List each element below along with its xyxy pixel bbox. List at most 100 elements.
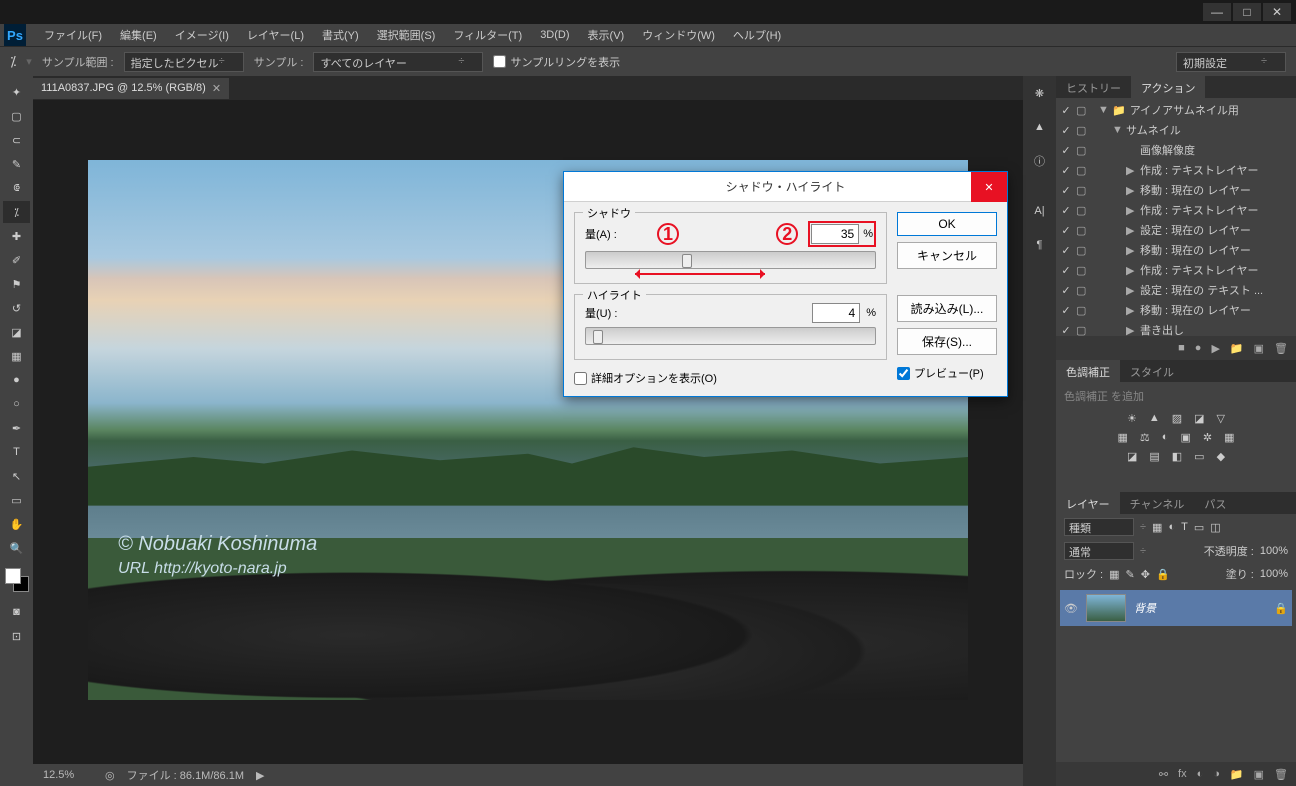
dialog-toggle-icon[interactable]: ▢ <box>1076 224 1090 237</box>
hand-tool[interactable]: ✋ <box>3 513 30 535</box>
new-layer-icon[interactable]: ▣ <box>1254 768 1264 781</box>
action-row[interactable]: ✓▢▶移動 : 現在の レイヤー <box>1056 300 1296 320</box>
info-expand-icon[interactable]: ▶ <box>256 769 264 782</box>
lock-trans-icon[interactable]: ▦ <box>1109 568 1119 581</box>
filter-shape-icon[interactable]: ▭ <box>1194 521 1204 534</box>
curves-icon[interactable]: ▨ <box>1172 412 1182 425</box>
posterize-icon[interactable]: ▤ <box>1149 450 1159 463</box>
expander-icon[interactable]: ▶ <box>1126 244 1136 257</box>
fx-icon[interactable]: fx <box>1178 768 1187 780</box>
shadow-slider-handle[interactable] <box>682 254 692 268</box>
eyedropper-tool[interactable]: ⁒ <box>3 201 30 223</box>
check-icon[interactable]: ✓ <box>1060 124 1072 137</box>
layer-kind-select[interactable]: 種類 <box>1064 518 1134 536</box>
new-adjust-icon[interactable]: ◑ <box>1213 768 1220 780</box>
dialog-toggle-icon[interactable]: ▢ <box>1076 124 1090 137</box>
dodge-tool[interactable]: ○ <box>3 393 30 415</box>
menu-3d[interactable]: 3D(D) <box>532 27 577 43</box>
delete-layer-icon[interactable]: 🗑 <box>1274 768 1288 781</box>
menu-edit[interactable]: 編集(E) <box>112 25 165 45</box>
brightness-icon[interactable]: ☀ <box>1127 412 1137 425</box>
mask-icon[interactable]: ◐ <box>1197 768 1204 780</box>
ok-button[interactable]: OK <box>897 212 997 236</box>
close-tab-icon[interactable]: ✕ <box>212 82 221 95</box>
trash-icon[interactable]: 🗑 <box>1274 342 1288 355</box>
expander-icon[interactable]: ▶ <box>1126 164 1136 177</box>
visibility-icon[interactable]: 👁 <box>1064 602 1078 615</box>
dialog-titlebar[interactable]: シャドウ・ハイライト ✕ <box>564 172 1007 202</box>
opacity-value[interactable]: 100% <box>1260 545 1288 557</box>
lock-pos-icon[interactable]: ✥ <box>1141 568 1150 581</box>
action-row[interactable]: ✓▢▶設定 : 現在の レイヤー <box>1056 220 1296 240</box>
blur-tool[interactable]: ● <box>3 369 30 391</box>
adjustments-tab[interactable]: 色調補正 <box>1056 360 1120 382</box>
expander-icon[interactable]: ▶ <box>1126 204 1136 217</box>
action-row[interactable]: ✓▢▶設定 : 現在の テキスト ... <box>1056 280 1296 300</box>
menu-type[interactable]: 書式(Y) <box>314 25 367 45</box>
dialog-toggle-icon[interactable]: ▢ <box>1076 184 1090 197</box>
action-row[interactable]: ✓▢▶移動 : 現在の レイヤー <box>1056 180 1296 200</box>
action-row[interactable]: ✓▢▶作成 : テキストレイヤー <box>1056 160 1296 180</box>
layer-thumbnail[interactable] <box>1086 594 1126 622</box>
photo-filter-icon[interactable]: ▣ <box>1180 431 1190 444</box>
blend-mode-select[interactable]: 通常 <box>1064 542 1134 560</box>
check-icon[interactable]: ✓ <box>1060 224 1072 237</box>
lock-paint-icon[interactable]: ✎ <box>1126 568 1135 581</box>
exposure-icon[interactable]: ◪ <box>1194 412 1204 425</box>
zoom-value[interactable]: 12.5% <box>43 769 93 781</box>
eraser-tool[interactable]: ◪ <box>3 321 30 343</box>
move-tool[interactable]: ✦ <box>3 81 30 103</box>
action-row[interactable]: ✓▢▼サムネイル <box>1056 120 1296 140</box>
menu-select[interactable]: 選択範囲(S) <box>369 25 444 45</box>
channel-mixer-icon[interactable]: ✲ <box>1203 431 1212 444</box>
action-row[interactable]: ✓▢画像解像度 <box>1056 140 1296 160</box>
threshold-icon[interactable]: ◧ <box>1172 450 1182 463</box>
path-select-tool[interactable]: ↖ <box>3 465 30 487</box>
dialog-toggle-icon[interactable]: ▢ <box>1076 244 1090 257</box>
expander-icon[interactable]: ▶ <box>1126 264 1136 277</box>
sample-ring-checkbox[interactable]: サンプルリングを表示 <box>493 54 620 70</box>
check-icon[interactable]: ✓ <box>1060 144 1072 157</box>
menu-window[interactable]: ウィンドウ(W) <box>634 25 723 45</box>
menu-image[interactable]: イメージ(I) <box>167 25 237 45</box>
dialog-toggle-icon[interactable]: ▢ <box>1076 284 1090 297</box>
new-set-icon[interactable]: 📁 <box>1230 342 1244 355</box>
sample-range-select[interactable]: 指定したピクセル ÷ <box>124 52 244 72</box>
action-row[interactable]: ✓▢▶書き出し <box>1056 320 1296 336</box>
fill-value[interactable]: 100% <box>1260 568 1288 580</box>
layer-item-background[interactable]: 👁 背景 🔒 <box>1060 590 1292 626</box>
balance-icon[interactable]: ⚖ <box>1140 431 1150 444</box>
filter-pixel-icon[interactable]: ▦ <box>1152 521 1162 534</box>
check-icon[interactable]: ✓ <box>1060 264 1072 277</box>
dialog-toggle-icon[interactable]: ▢ <box>1076 324 1090 337</box>
action-row[interactable]: ✓▢▶作成 : テキストレイヤー <box>1056 260 1296 280</box>
actions-tab[interactable]: アクション <box>1131 76 1205 98</box>
lasso-tool[interactable]: ⊂ <box>3 129 30 151</box>
invert-icon[interactable]: ◪ <box>1127 450 1137 463</box>
fg-color-swatch[interactable] <box>5 568 21 584</box>
save-button[interactable]: 保存(S)... <box>897 328 997 355</box>
quickmask-toggle[interactable]: ◙ <box>3 601 30 623</box>
expander-icon[interactable]: ▶ <box>1126 284 1136 297</box>
expander-icon[interactable]: ▶ <box>1126 304 1136 317</box>
filter-type-icon[interactable]: T <box>1181 521 1188 533</box>
color-swatches[interactable] <box>5 568 29 592</box>
dialog-toggle-icon[interactable]: ▢ <box>1076 104 1090 117</box>
type-tool[interactable]: T <box>3 441 30 463</box>
dialog-toggle-icon[interactable]: ▢ <box>1076 164 1090 177</box>
heal-tool[interactable]: ✚ <box>3 225 30 247</box>
paragraph-icon[interactable]: ¶ <box>1027 232 1053 258</box>
hsl-icon[interactable]: ▦ <box>1118 431 1128 444</box>
styles-tab[interactable]: スタイル <box>1120 360 1184 382</box>
lock-all-icon[interactable]: 🔒 <box>1156 568 1170 581</box>
check-icon[interactable]: ✓ <box>1060 304 1072 317</box>
shadow-amount-input[interactable] <box>811 224 859 244</box>
dialog-toggle-icon[interactable]: ▢ <box>1076 304 1090 317</box>
histogram-icon[interactable]: ▲ <box>1027 114 1053 140</box>
shape-tool[interactable]: ▭ <box>3 489 30 511</box>
menu-view[interactable]: 表示(V) <box>580 25 633 45</box>
document-tab[interactable]: 111A0837.JPG @ 12.5% (RGB/8) ✕ <box>33 78 229 99</box>
expander-icon[interactable]: ▶ <box>1126 324 1136 337</box>
action-row[interactable]: ✓▢▶作成 : テキストレイヤー <box>1056 200 1296 220</box>
menu-help[interactable]: ヘルプ(H) <box>725 25 789 45</box>
